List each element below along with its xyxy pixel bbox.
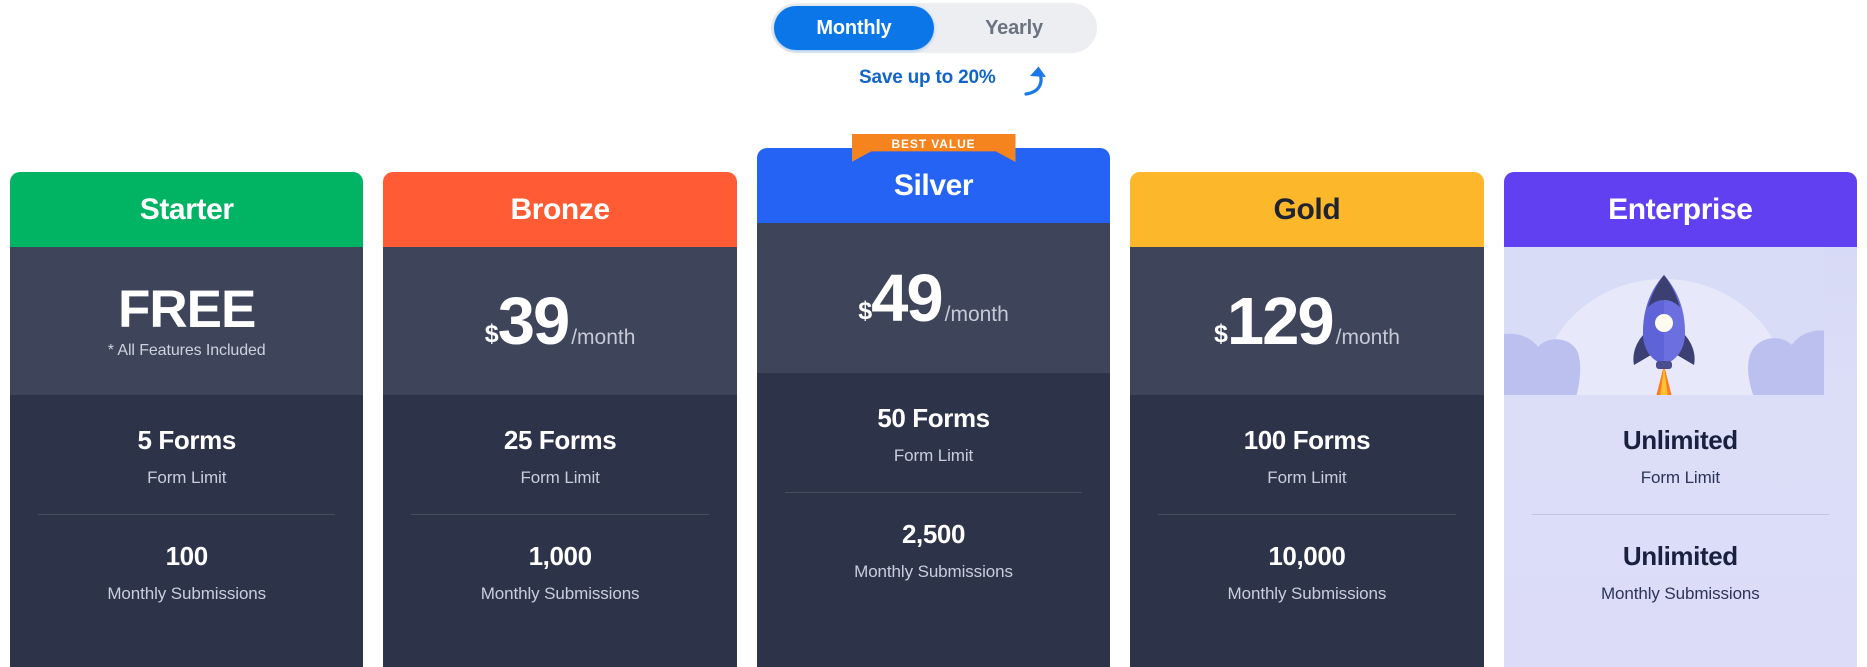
card-header-bronze: Bronze (383, 172, 737, 247)
price-period: /month (1335, 325, 1400, 349)
feature-label: Monthly Submissions (480, 584, 640, 604)
card-header-starter: Starter (10, 172, 364, 247)
feature-form-limit: Unlimited Form Limit (1530, 425, 1831, 488)
price-free-text: FREE (118, 279, 256, 339)
pricing-card-starter[interactable]: Starter FREE * All Features Included 5 F… (10, 172, 364, 667)
feature-form-limit: 100 Forms Form Limit (1156, 425, 1457, 488)
feature-monthly-submissions: 100 Monthly Submissions (36, 541, 337, 604)
card-features-starter: 5 Forms Form Limit 100 Monthly Submissio… (10, 395, 364, 667)
feature-label: Form Limit (1267, 468, 1347, 488)
feature-value: 100 (165, 541, 209, 572)
plan-name: Starter (139, 192, 234, 226)
card-header-silver: Silver (756, 148, 1111, 223)
price-period: /month (944, 302, 1009, 326)
feature-value: 25 Forms (503, 425, 617, 455)
card-price-bronze: $ 39 /month (383, 247, 737, 395)
price-amount: 129 (1226, 283, 1335, 359)
feature-monthly-submissions: 1,000 Monthly Submissions (409, 541, 710, 604)
rocket-launch-icon (1503, 247, 1858, 395)
feature-divider (1531, 514, 1830, 516)
currency-symbol: $ (858, 296, 873, 325)
feature-value: 1,000 (528, 541, 592, 572)
feature-label: Form Limit (147, 468, 227, 488)
price-period: /month (571, 325, 636, 349)
save-note-row: Save up to 20% (771, 62, 1097, 102)
pricing-page: Monthly Yearly Save up to 20% Starter FR… (0, 0, 1867, 667)
pricing-card-gold[interactable]: Gold $ 129 /month 100 Forms Form Limit 1… (1130, 172, 1484, 667)
feature-divider (1158, 514, 1456, 516)
feature-divider (38, 514, 336, 516)
plan-name: Enterprise (1608, 192, 1753, 226)
toggle-option-yearly[interactable]: Yearly (934, 6, 1094, 50)
feature-divider (411, 514, 709, 516)
feature-label: Monthly Submissions (1600, 584, 1760, 604)
feature-label: Monthly Submissions (854, 562, 1013, 582)
feature-label: Form Limit (520, 468, 600, 488)
feature-value: 100 Forms (1243, 425, 1371, 455)
currency-symbol: $ (484, 319, 499, 348)
card-features-bronze: 25 Forms Form Limit 1,000 Monthly Submis… (383, 395, 737, 667)
feature-label: Monthly Submissions (1227, 584, 1387, 604)
price-amount: 39 (497, 283, 571, 359)
feature-value: Unlimited (1622, 541, 1738, 572)
card-header-gold: Gold (1130, 172, 1484, 247)
currency-symbol: $ (1213, 319, 1228, 348)
pricing-card-bronze[interactable]: Bronze $ 39 /month 25 Forms Form Limit 1… (383, 172, 737, 667)
pricing-card-enterprise[interactable]: Enterprise Unlimited Form Limit Unlimite… (1503, 172, 1858, 667)
toggle-option-monthly[interactable]: Monthly (774, 6, 934, 50)
feature-value: 50 Forms (877, 403, 990, 433)
card-price-starter: FREE * All Features Included (10, 247, 364, 395)
card-features-gold: 100 Forms Form Limit 10,000 Monthly Subm… (1130, 395, 1484, 667)
feature-form-limit: 5 Forms Form Limit (36, 425, 337, 488)
curved-arrow-up-left-icon (1017, 52, 1051, 98)
card-price-gold: $ 129 /month (1130, 247, 1484, 395)
feature-monthly-submissions: 10,000 Monthly Submissions (1156, 541, 1457, 604)
plan-name: Silver (893, 168, 974, 202)
billing-period-toggle[interactable]: Monthly Yearly (771, 3, 1097, 53)
feature-value: 10,000 (1268, 541, 1346, 572)
card-header-enterprise: Enterprise (1503, 172, 1858, 247)
pricing-card-silver[interactable]: BEST VALUE Silver $ 49 /month 50 Forms F… (756, 134, 1111, 667)
card-price-silver: $ 49 /month (756, 223, 1111, 373)
feature-monthly-submissions: Unlimited Monthly Submissions (1530, 541, 1831, 604)
feature-monthly-submissions: 2,500 Monthly Submissions (783, 519, 1084, 582)
price-note: * All Features Included (107, 341, 266, 359)
feature-value: Unlimited (1622, 425, 1738, 455)
feature-label: Form Limit (893, 446, 974, 466)
feature-label: Monthly Submissions (107, 584, 267, 604)
plan-name: Bronze (510, 192, 610, 226)
feature-form-limit: 25 Forms Form Limit (409, 425, 710, 488)
feature-value: 2,500 (901, 519, 966, 550)
save-up-to-label: Save up to 20% (859, 67, 996, 88)
price-amount: 49 (871, 260, 944, 336)
card-features-silver: 50 Forms Form Limit 2,500 Monthly Submis… (756, 373, 1111, 667)
feature-divider (784, 492, 1083, 494)
feature-value: 5 Forms (137, 425, 237, 455)
card-features-enterprise: Unlimited Form Limit Unlimited Monthly S… (1503, 395, 1858, 667)
plan-name: Gold (1273, 192, 1341, 226)
best-value-label: BEST VALUE (891, 136, 976, 151)
billing-toggle-section: Monthly Yearly Save up to 20% (0, 0, 1867, 148)
feature-label: Form Limit (1640, 468, 1720, 488)
feature-form-limit: 50 Forms Form Limit (783, 403, 1084, 466)
pricing-cards-row: Starter FREE * All Features Included 5 F… (0, 134, 1867, 667)
